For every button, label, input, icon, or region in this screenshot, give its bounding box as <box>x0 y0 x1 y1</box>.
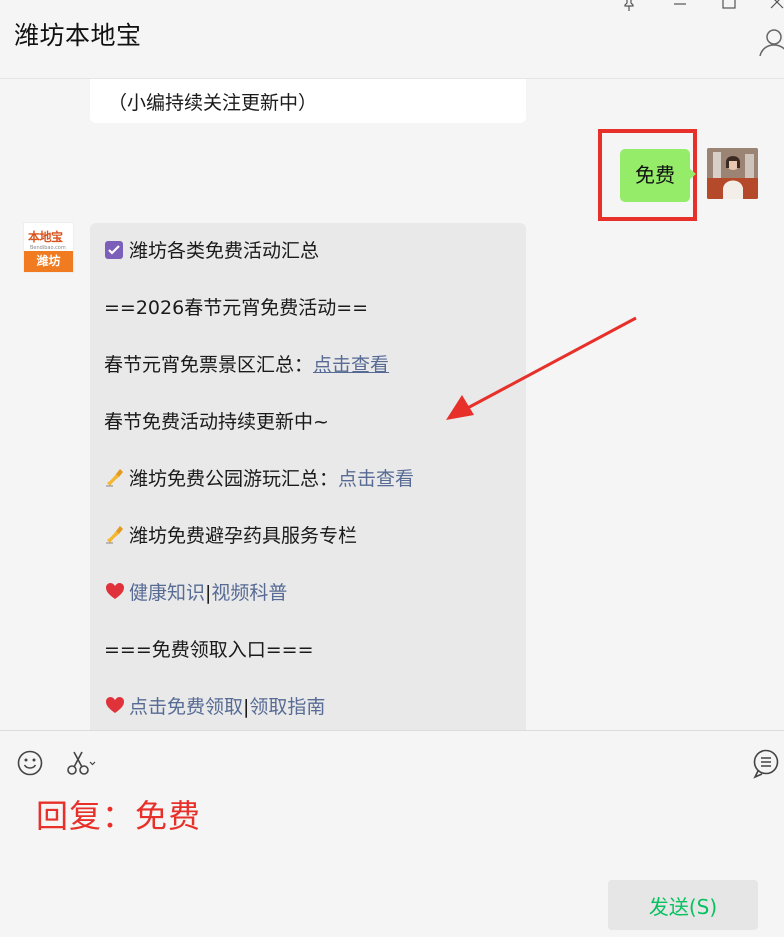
close-icon[interactable] <box>770 0 784 16</box>
message-line-7: 健康知识|视频科普 <box>104 578 287 605</box>
previous-message-text: （小编持续关注更新中） <box>108 92 318 114</box>
title-bar: 潍坊本地宝 <box>0 0 784 79</box>
writing-hand-icon <box>104 523 126 545</box>
profile-icon[interactable] <box>758 26 784 60</box>
message-line-2: ==2026春节元宵免费活动== <box>104 297 369 319</box>
message-line-5: 潍坊免费公园游玩汇总：点击查看 <box>104 464 414 491</box>
bot-avatar[interactable]: 本地宝 Bendibao.com 潍坊 <box>23 222 74 273</box>
park-summary-label: 潍坊免费公园游玩汇总： <box>129 468 339 490</box>
message-line-6: 潍坊免费避孕药具服务专栏 <box>104 521 357 548</box>
heart-icon <box>104 580 126 602</box>
pin-icon[interactable] <box>621 0 637 16</box>
checkbox-icon <box>104 240 126 262</box>
health-knowledge-link[interactable]: 健康知识 <box>129 582 205 604</box>
bot-message-bubble: 潍坊各类免费活动汇总 ==2026春节元宵免费活动== 春节元宵免票景区汇总：点… <box>90 223 526 730</box>
message-line-4: 春节免费活动持续更新中~ <box>104 411 329 433</box>
free-claim-link[interactable]: 点击免费领取 <box>129 696 243 718</box>
heart-icon <box>104 694 126 716</box>
chat-history-icon[interactable] <box>752 749 780 783</box>
annotation-arrow <box>446 316 637 420</box>
video-science-link[interactable]: 视频科普 <box>211 582 287 604</box>
message-title-line: 潍坊各类免费活动汇总 <box>104 236 319 263</box>
reply-instruction[interactable]: 回复：免费 <box>36 791 201 837</box>
smile-icon[interactable] <box>16 749 44 781</box>
park-summary-link[interactable]: 点击查看 <box>338 468 414 490</box>
previous-message-bubble: （小编持续关注更新中） <box>90 79 526 123</box>
input-area[interactable]: 回复：免费 发送(S) <box>0 730 784 937</box>
user-avatar[interactable] <box>707 148 758 199</box>
sent-message-bubble[interactable]: 免费 <box>620 149 696 202</box>
window-title: 潍坊本地宝 <box>14 21 142 50</box>
message-line-8: ===免费领取入口=== <box>104 639 314 661</box>
scissors-icon[interactable] <box>66 749 96 781</box>
scenic-summary-label: 春节元宵免票景区汇总： <box>104 354 314 376</box>
send-button[interactable]: 发送(S) <box>608 880 758 930</box>
scenic-summary-link[interactable]: 点击查看 <box>313 354 389 376</box>
highlight-box: 免费 <box>598 129 697 221</box>
claim-guide-link[interactable]: 领取指南 <box>249 696 325 718</box>
writing-hand-icon <box>104 466 126 488</box>
minimize-icon[interactable] <box>672 0 688 16</box>
chat-area: （小编持续关注更新中） 免费 本地宝 Bendibao.com 潍坊 潍坊各类免… <box>0 79 784 730</box>
maximize-icon[interactable] <box>721 0 737 16</box>
avatar-city: 潍坊 <box>24 251 73 272</box>
message-title: 潍坊各类免费活动汇总 <box>129 240 320 262</box>
message-line-3: 春节元宵免票景区汇总：点击查看 <box>104 350 389 377</box>
contraceptive-column-text: 潍坊免费避孕药具服务专栏 <box>129 525 358 547</box>
message-line-9: 点击免费领取|领取指南 <box>104 692 325 719</box>
avatar-logo-text: 本地宝 <box>28 230 63 244</box>
